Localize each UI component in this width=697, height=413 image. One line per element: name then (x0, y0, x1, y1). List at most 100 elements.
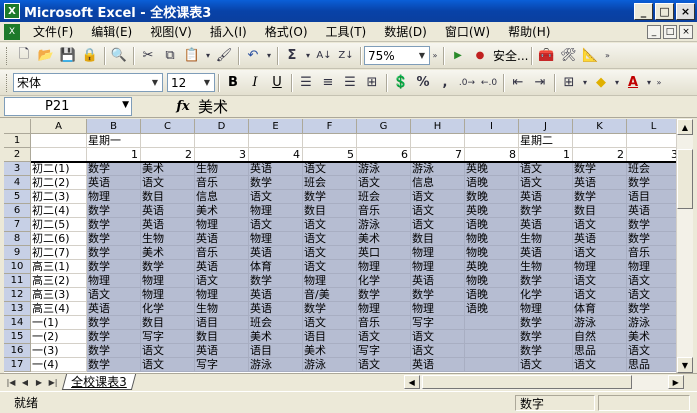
cell-a7[interactable]: 初二(5) (31, 218, 87, 232)
fill-color-dropdown-icon[interactable]: ▾ (612, 72, 622, 94)
cell-l4[interactable]: 数学 (627, 176, 676, 190)
cell-f4[interactable]: 班会 (303, 176, 357, 190)
cell-a3[interactable]: 初二(1) (31, 162, 87, 176)
cell-k3[interactable]: 数学 (573, 162, 627, 176)
cell-k2[interactable]: 2 (573, 148, 627, 162)
horizontal-scroll-thumb[interactable] (421, 375, 632, 389)
menu-help[interactable]: 帮助(H) (499, 23, 559, 40)
borders-icon[interactable]: ⊞ (558, 72, 580, 94)
cell-a9[interactable]: 初二(7) (31, 246, 87, 260)
autosum-dropdown-icon[interactable]: ▾ (303, 45, 313, 67)
print-preview-icon[interactable]: 🔍 (108, 45, 130, 67)
cell-a5[interactable]: 初二(3) (31, 190, 87, 204)
cell-h17[interactable]: 英语 (411, 358, 465, 372)
cell-j7[interactable]: 英语 (519, 218, 573, 232)
row-header-1[interactable]: 1 (4, 134, 31, 148)
font-color-icon[interactable]: A (622, 72, 644, 94)
cell-h3[interactable]: 游泳 (411, 162, 465, 176)
cell-d4[interactable]: 音乐 (195, 176, 249, 190)
cell-d16[interactable]: 英语 (195, 344, 249, 358)
cell-f14[interactable]: 语文 (303, 316, 357, 330)
cell-g10[interactable]: 物理 (357, 260, 411, 274)
cell-j6[interactable]: 数学 (519, 204, 573, 218)
column-header-h[interactable]: H (411, 119, 465, 134)
cell-c12[interactable]: 物理 (141, 288, 195, 302)
cell-a4[interactable]: 初二(2) (31, 176, 87, 190)
cell-d14[interactable]: 语目 (195, 316, 249, 330)
cell-h10[interactable]: 物理 (411, 260, 465, 274)
control-toolbox-icon[interactable]: 🛠 (557, 45, 579, 67)
paste-icon[interactable]: 📋 (181, 45, 203, 67)
cell-i8[interactable]: 物晚 (465, 232, 519, 246)
spreadsheet-grid[interactable]: ABCDEFGHIJKL 1 2 3 4 5 6 7 8 9 10 11 12 13 14 15 16 17 星… (4, 119, 676, 373)
cell-i3[interactable]: 英晚 (465, 162, 519, 176)
cell-e1[interactable] (249, 134, 303, 148)
column-header-i[interactable]: I (465, 119, 519, 134)
cell-g9[interactable]: 英口 (357, 246, 411, 260)
cell-c3[interactable]: 美术 (141, 162, 195, 176)
cell-j1[interactable]: 星期二 (519, 134, 573, 148)
cell-j10[interactable]: 生物 (519, 260, 573, 274)
column-header-d[interactable]: D (195, 119, 249, 134)
toolbar-grip[interactable] (6, 46, 9, 65)
cell-g7[interactable]: 游泳 (357, 218, 411, 232)
font-select[interactable]: 宋体 ▼ (13, 73, 163, 92)
cell-e17[interactable]: 游泳 (249, 358, 303, 372)
cell-e2[interactable]: 4 (249, 148, 303, 162)
cell-j2[interactable]: 1 (519, 148, 573, 162)
cell-b7[interactable]: 数学 (87, 218, 141, 232)
cell-d10[interactable]: 英语 (195, 260, 249, 274)
vertical-scrollbar[interactable]: ▲ ▼ (676, 119, 693, 373)
cell-k10[interactable]: 物理 (573, 260, 627, 274)
security-button[interactable]: 安全... (493, 47, 528, 64)
borders-dropdown-icon[interactable]: ▾ (580, 72, 590, 94)
cell-l5[interactable]: 语目 (627, 190, 676, 204)
cell-l11[interactable]: 语文 (627, 274, 676, 288)
sort-descending-icon[interactable]: Z↓ (335, 45, 357, 67)
cell-e8[interactable]: 物理 (249, 232, 303, 246)
cell-f2[interactable]: 5 (303, 148, 357, 162)
menu-window[interactable]: 窗口(W) (436, 23, 499, 40)
cell-g3[interactable]: 游泳 (357, 162, 411, 176)
excel-app-icon[interactable]: X (4, 3, 20, 19)
cell-k11[interactable]: 语文 (573, 274, 627, 288)
last-sheet-icon[interactable]: ▶| (46, 375, 60, 389)
cell-h11[interactable]: 英语 (411, 274, 465, 288)
cell-g4[interactable]: 语文 (357, 176, 411, 190)
cell-c14[interactable]: 数目 (141, 316, 195, 330)
row-header-11[interactable]: 11 (4, 274, 31, 288)
cell-b17[interactable]: 数学 (87, 358, 141, 372)
row-header-9[interactable]: 9 (4, 246, 31, 260)
cell-h6[interactable]: 语文 (411, 204, 465, 218)
cell-k16[interactable]: 思品 (573, 344, 627, 358)
cut-icon[interactable]: ✂ (137, 45, 159, 67)
cell-d3[interactable]: 生物 (195, 162, 249, 176)
cell-e15[interactable]: 美术 (249, 330, 303, 344)
row-header-3[interactable]: 3 (4, 162, 31, 176)
cell-l8[interactable]: 数学 (627, 232, 676, 246)
cell-i13[interactable]: 语晚 (465, 302, 519, 316)
cell-a14[interactable]: 一(1) (31, 316, 87, 330)
menu-tools[interactable]: 工具(T) (317, 23, 376, 40)
cell-f9[interactable]: 语文 (303, 246, 357, 260)
undo-icon[interactable]: ↶ (242, 45, 264, 67)
cell-i1[interactable] (465, 134, 519, 148)
select-all-corner[interactable] (4, 119, 31, 134)
cell-c8[interactable]: 生物 (141, 232, 195, 246)
cell-f1[interactable] (303, 134, 357, 148)
cell-f12[interactable]: 音/美 (303, 288, 357, 302)
underline-button[interactable]: U (266, 72, 288, 94)
minimize-button[interactable]: _ (634, 2, 653, 20)
cell-e6[interactable]: 物理 (249, 204, 303, 218)
increase-indent-icon[interactable]: ⇥ (529, 72, 551, 94)
cell-k12[interactable]: 语文 (573, 288, 627, 302)
row-header-2[interactable]: 2 (4, 148, 31, 162)
percent-button[interactable]: % (412, 72, 434, 94)
cell-b8[interactable]: 数学 (87, 232, 141, 246)
cell-l14[interactable]: 游泳 (627, 316, 676, 330)
undo-dropdown-icon[interactable]: ▾ (264, 45, 274, 67)
fill-color-icon[interactable]: ◆ (590, 72, 612, 94)
cell-e16[interactable]: 语目 (249, 344, 303, 358)
cell-i9[interactable]: 物晚 (465, 246, 519, 260)
cell-i5[interactable]: 数晚 (465, 190, 519, 204)
